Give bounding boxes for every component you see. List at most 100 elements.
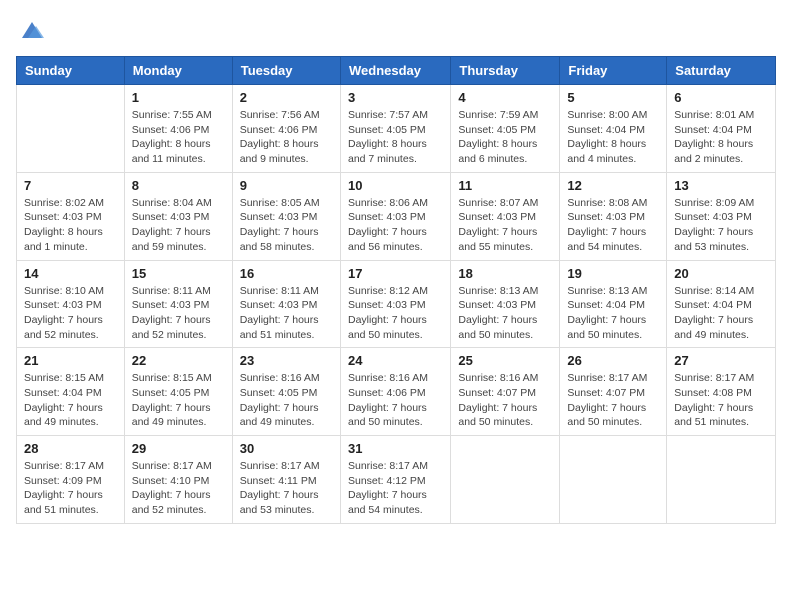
day-number: 10 bbox=[348, 178, 443, 193]
calendar-cell: 7Sunrise: 8:02 AMSunset: 4:03 PMDaylight… bbox=[17, 172, 125, 260]
day-number: 27 bbox=[674, 353, 768, 368]
day-info: Sunrise: 8:13 AMSunset: 4:03 PMDaylight:… bbox=[458, 284, 552, 343]
calendar-cell: 23 Sunrise: 8:16 AMSunset: 4:05 PMDayligh… bbox=[232, 348, 340, 436]
calendar-cell: 28 Sunrise: 8:17 AMSunset: 4:09 PMDayligh… bbox=[17, 436, 125, 524]
week-row-2: 7Sunrise: 8:02 AMSunset: 4:03 PMDaylight… bbox=[17, 172, 776, 260]
day-number: 21 bbox=[24, 353, 117, 368]
calendar-cell: 27 Sunrise: 8:17 AMSunset: 4:08 PMDayligh… bbox=[667, 348, 776, 436]
day-number: 28 bbox=[24, 441, 117, 456]
day-info: Sunrise: 8:17 AMSunset: 4:08 PMDaylight:… bbox=[674, 371, 768, 430]
calendar-cell: 18 Sunrise: 8:13 AMSunset: 4:03 PMDayligh… bbox=[451, 260, 560, 348]
column-header-monday: Monday bbox=[124, 57, 232, 85]
calendar-cell bbox=[667, 436, 776, 524]
calendar-cell: 9Sunrise: 8:05 AMSunset: 4:03 PMDaylight… bbox=[232, 172, 340, 260]
week-row-1: 1Sunrise: 7:55 AMSunset: 4:06 PMDaylight… bbox=[17, 85, 776, 173]
day-number: 1 bbox=[132, 90, 225, 105]
calendar-cell: 3 Sunrise: 7:57 AMSunset: 4:05 PMDaylight… bbox=[340, 85, 450, 173]
day-info: Sunrise: 8:07 AMSunset: 4:03 PMDaylight:… bbox=[458, 196, 552, 255]
calendar-cell: 16 Sunrise: 8:11 AMSunset: 4:03 PMDayligh… bbox=[232, 260, 340, 348]
calendar-cell: 26 Sunrise: 8:17 AMSunset: 4:07 PMDayligh… bbox=[560, 348, 667, 436]
calendar-cell: 2Sunrise: 7:56 AMSunset: 4:06 PMDaylight… bbox=[232, 85, 340, 173]
day-number: 30 bbox=[240, 441, 333, 456]
column-header-tuesday: Tuesday bbox=[232, 57, 340, 85]
page-header bbox=[16, 16, 776, 44]
day-number: 7 bbox=[24, 178, 117, 193]
calendar-cell: 8 Sunrise: 8:04 AMSunset: 4:03 PMDaylight… bbox=[124, 172, 232, 260]
calendar-cell: 29 Sunrise: 8:17 AMSunset: 4:10 PMDayligh… bbox=[124, 436, 232, 524]
day-number: 26 bbox=[567, 353, 659, 368]
day-info: Sunrise: 8:09 AMSunset: 4:03 PMDaylight:… bbox=[674, 196, 768, 255]
calendar-cell: 20 Sunrise: 8:14 AMSunset: 4:04 PMDayligh… bbox=[667, 260, 776, 348]
day-number: 24 bbox=[348, 353, 443, 368]
calendar-cell: 25 Sunrise: 8:16 AMSunset: 4:07 PMDayligh… bbox=[451, 348, 560, 436]
day-info: Sunrise: 8:17 AMSunset: 4:12 PMDaylight:… bbox=[348, 459, 443, 518]
column-header-wednesday: Wednesday bbox=[340, 57, 450, 85]
day-info: Sunrise: 8:01 AMSunset: 4:04 PMDaylight:… bbox=[674, 108, 768, 167]
day-number: 29 bbox=[132, 441, 225, 456]
calendar-cell: 6 Sunrise: 8:01 AMSunset: 4:04 PMDaylight… bbox=[667, 85, 776, 173]
day-info: Sunrise: 8:17 AMSunset: 4:10 PMDaylight:… bbox=[132, 459, 225, 518]
day-number: 25 bbox=[458, 353, 552, 368]
day-number: 20 bbox=[674, 266, 768, 281]
day-number: 13 bbox=[674, 178, 768, 193]
day-info: Sunrise: 8:15 AMSunset: 4:05 PMDaylight:… bbox=[132, 371, 225, 430]
column-header-sunday: Sunday bbox=[17, 57, 125, 85]
calendar-cell: 10Sunrise: 8:06 AMSunset: 4:03 PMDayligh… bbox=[340, 172, 450, 260]
day-number: 22 bbox=[132, 353, 225, 368]
calendar-cell: 12Sunrise: 8:08 AMSunset: 4:03 PMDayligh… bbox=[560, 172, 667, 260]
day-info: Sunrise: 8:16 AMSunset: 4:07 PMDaylight:… bbox=[458, 371, 552, 430]
day-number: 23 bbox=[240, 353, 333, 368]
calendar-cell bbox=[560, 436, 667, 524]
day-number: 15 bbox=[132, 266, 225, 281]
calendar-cell: 14 Sunrise: 8:10 AMSunset: 4:03 PMDayligh… bbox=[17, 260, 125, 348]
calendar-cell: 31 Sunrise: 8:17 AMSunset: 4:12 PMDayligh… bbox=[340, 436, 450, 524]
day-number: 14 bbox=[24, 266, 117, 281]
column-header-friday: Friday bbox=[560, 57, 667, 85]
day-info: Sunrise: 8:11 AMSunset: 4:03 PMDaylight:… bbox=[132, 284, 225, 343]
column-header-thursday: Thursday bbox=[451, 57, 560, 85]
day-number: 11 bbox=[458, 178, 552, 193]
day-info: Sunrise: 8:12 AMSunset: 4:03 PMDaylight:… bbox=[348, 284, 443, 343]
day-number: 17 bbox=[348, 266, 443, 281]
day-number: 4 bbox=[458, 90, 552, 105]
day-info: Sunrise: 8:17 AMSunset: 4:07 PMDaylight:… bbox=[567, 371, 659, 430]
logo bbox=[16, 16, 46, 44]
day-number: 16 bbox=[240, 266, 333, 281]
calendar-cell: 19Sunrise: 8:13 AMSunset: 4:04 PMDayligh… bbox=[560, 260, 667, 348]
calendar-cell bbox=[17, 85, 125, 173]
week-row-4: 21Sunrise: 8:15 AMSunset: 4:04 PMDayligh… bbox=[17, 348, 776, 436]
day-info: Sunrise: 8:11 AMSunset: 4:03 PMDaylight:… bbox=[240, 284, 333, 343]
calendar-cell: 17 Sunrise: 8:12 AMSunset: 4:03 PMDayligh… bbox=[340, 260, 450, 348]
calendar-cell: 11 Sunrise: 8:07 AMSunset: 4:03 PMDayligh… bbox=[451, 172, 560, 260]
day-number: 8 bbox=[132, 178, 225, 193]
day-number: 3 bbox=[348, 90, 443, 105]
calendar-header-row: SundayMondayTuesdayWednesdayThursdayFrid… bbox=[17, 57, 776, 85]
day-number: 5 bbox=[567, 90, 659, 105]
column-header-saturday: Saturday bbox=[667, 57, 776, 85]
day-info: Sunrise: 8:10 AMSunset: 4:03 PMDaylight:… bbox=[24, 284, 117, 343]
day-number: 6 bbox=[674, 90, 768, 105]
week-row-3: 14 Sunrise: 8:10 AMSunset: 4:03 PMDayligh… bbox=[17, 260, 776, 348]
day-number: 18 bbox=[458, 266, 552, 281]
week-row-5: 28 Sunrise: 8:17 AMSunset: 4:09 PMDayligh… bbox=[17, 436, 776, 524]
day-info: Sunrise: 8:16 AMSunset: 4:05 PMDaylight:… bbox=[240, 371, 333, 430]
day-number: 2 bbox=[240, 90, 333, 105]
day-info: Sunrise: 8:14 AMSunset: 4:04 PMDaylight:… bbox=[674, 284, 768, 343]
day-info: Sunrise: 8:17 AMSunset: 4:11 PMDaylight:… bbox=[240, 459, 333, 518]
day-info: Sunrise: 8:04 AMSunset: 4:03 PMDaylight:… bbox=[132, 196, 225, 255]
day-number: 12 bbox=[567, 178, 659, 193]
calendar-cell: 24Sunrise: 8:16 AMSunset: 4:06 PMDayligh… bbox=[340, 348, 450, 436]
day-info: Sunrise: 8:13 AMSunset: 4:04 PMDaylight:… bbox=[567, 284, 659, 343]
calendar-cell: 13 Sunrise: 8:09 AMSunset: 4:03 PMDayligh… bbox=[667, 172, 776, 260]
calendar-cell: 5 Sunrise: 8:00 AMSunset: 4:04 PMDaylight… bbox=[560, 85, 667, 173]
calendar-cell: 21Sunrise: 8:15 AMSunset: 4:04 PMDayligh… bbox=[17, 348, 125, 436]
calendar-cell: 30 Sunrise: 8:17 AMSunset: 4:11 PMDayligh… bbox=[232, 436, 340, 524]
calendar-cell: 22 Sunrise: 8:15 AMSunset: 4:05 PMDayligh… bbox=[124, 348, 232, 436]
calendar-cell: 15 Sunrise: 8:11 AMSunset: 4:03 PMDayligh… bbox=[124, 260, 232, 348]
day-info: Sunrise: 8:00 AMSunset: 4:04 PMDaylight:… bbox=[567, 108, 659, 167]
day-info: Sunrise: 8:05 AMSunset: 4:03 PMDaylight:… bbox=[240, 196, 333, 255]
day-info: Sunrise: 8:17 AMSunset: 4:09 PMDaylight:… bbox=[24, 459, 117, 518]
day-info: Sunrise: 7:57 AMSunset: 4:05 PMDaylight:… bbox=[348, 108, 443, 167]
day-number: 31 bbox=[348, 441, 443, 456]
day-info: Sunrise: 7:59 AMSunset: 4:05 PMDaylight:… bbox=[458, 108, 552, 167]
